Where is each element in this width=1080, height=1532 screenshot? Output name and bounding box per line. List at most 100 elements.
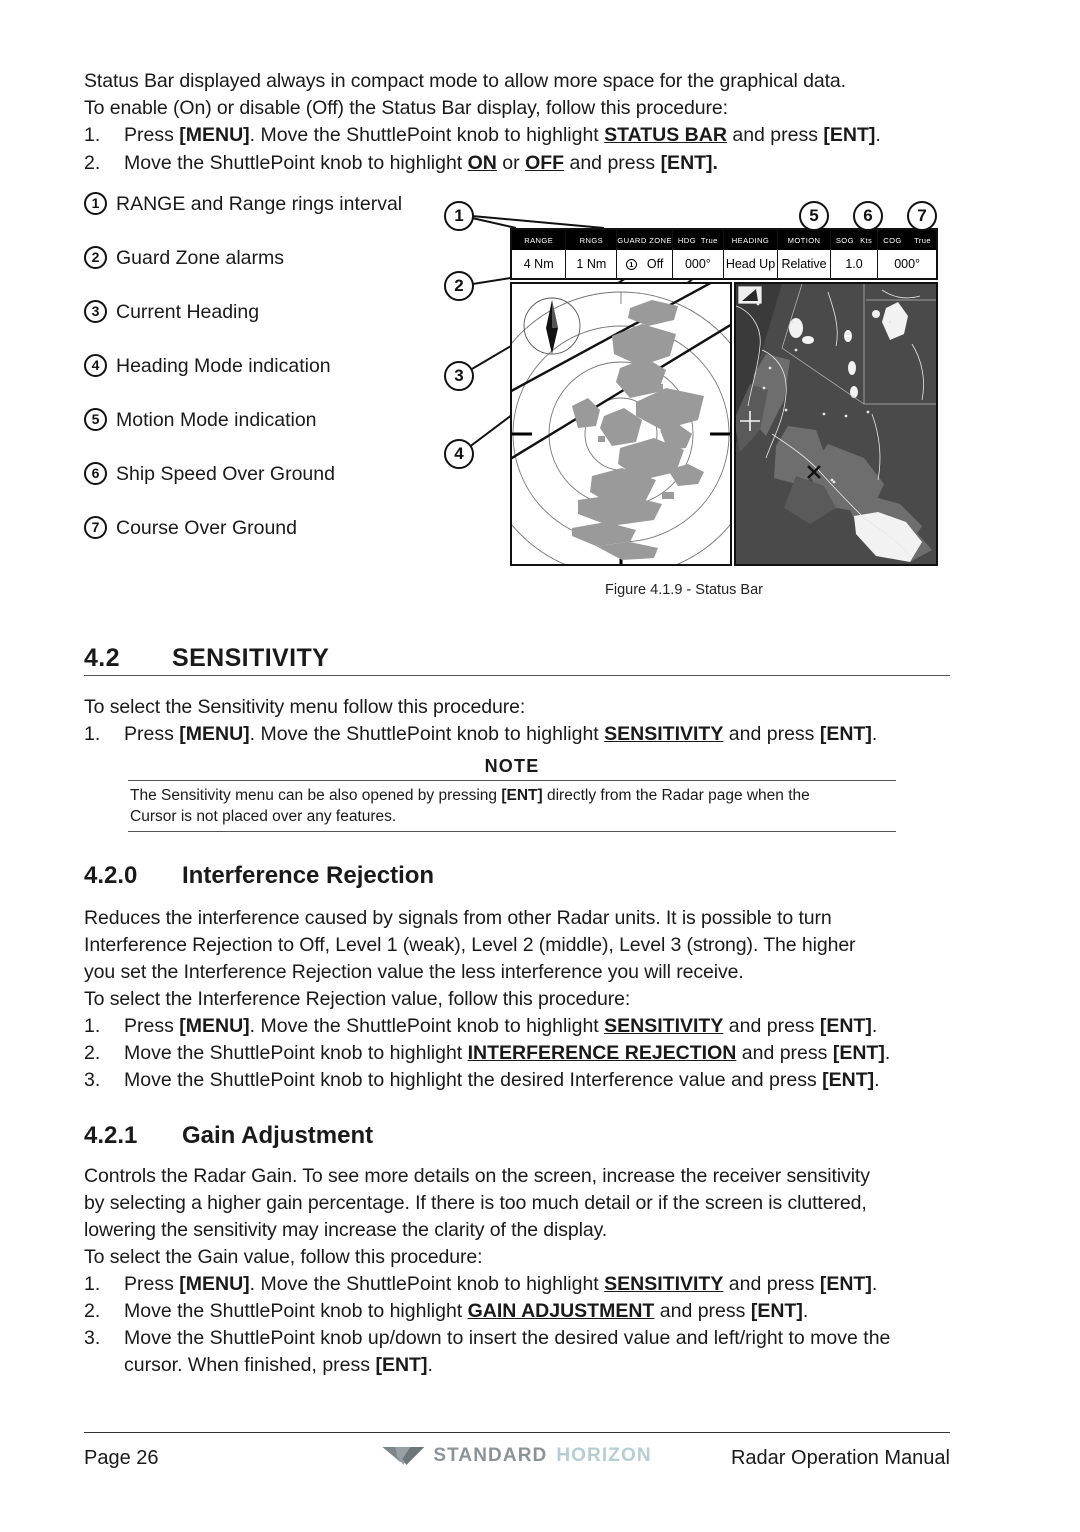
status-head-range: RANGE bbox=[512, 230, 566, 250]
status-col-rngs[interactable]: RNGS 1 Nm bbox=[566, 230, 618, 278]
legend-label-6: Ship Speed Over Ground bbox=[116, 463, 335, 485]
callout-1: 1 bbox=[444, 201, 474, 231]
standard-horizon-logo: STANDARD HORIZON bbox=[382, 1445, 651, 1467]
callout-2: 2 bbox=[444, 271, 474, 301]
legend-label-5: Motion Mode indication bbox=[116, 409, 317, 431]
legend-marker-3: 3 bbox=[84, 300, 107, 323]
gain-body-1: Controls the Radar Gain. To see more det… bbox=[84, 1165, 870, 1187]
callout-7: 7 bbox=[907, 201, 937, 231]
step-text: Press [MENU]. Move the ShuttlePoint knob… bbox=[124, 1015, 878, 1037]
legend-label-7: Course Over Ground bbox=[116, 517, 297, 539]
step-text: Press [MENU]. Move the ShuttlePoint knob… bbox=[124, 723, 878, 745]
footer-rule bbox=[84, 1432, 950, 1433]
page-number: Page 26 bbox=[84, 1447, 159, 1469]
legend-marker-7: 7 bbox=[84, 516, 107, 539]
list-item: 2 Guard Zone alarms bbox=[84, 246, 424, 300]
note-title: NOTE bbox=[484, 756, 540, 776]
status-head-hdg: HDG True bbox=[672, 230, 723, 250]
legend-marker-6: 6 bbox=[84, 462, 107, 485]
gain-body-2: by selecting a higher gain percentage. I… bbox=[84, 1192, 867, 1214]
radar-status-bar: RANGE 4 Nm RNGS 1 Nm GUARD ZONE 1 Off HDG… bbox=[510, 228, 938, 280]
coastal-chart-graphic bbox=[736, 284, 936, 564]
status-value-sog: 1.0 bbox=[830, 250, 878, 278]
manual-title: Radar Operation Manual bbox=[730, 1447, 950, 1469]
legend-marker-5: 5 bbox=[84, 408, 107, 431]
gain-body-3: lowering the sensitivity may increase th… bbox=[84, 1219, 608, 1241]
page-footer: Page 26 STANDARD HORIZON Radar Operation… bbox=[84, 1432, 950, 1487]
legend-label-2: Guard Zone alarms bbox=[116, 247, 284, 269]
list-item: 3 Current Heading bbox=[84, 300, 424, 354]
step-number: 1. bbox=[84, 1015, 101, 1037]
gain-body-4: To select the Gain value, follow this pr… bbox=[84, 1246, 483, 1268]
logo-word-standard: STANDARD bbox=[433, 1445, 548, 1466]
note-body: The Sensitivity menu can be also opened … bbox=[130, 787, 810, 825]
status-head-heading: HEADING bbox=[723, 230, 778, 250]
figure-legend-list: 1 RANGE and Range rings interval 2 Guard… bbox=[84, 192, 424, 570]
status-head-motion: MOTION bbox=[778, 230, 830, 250]
legend-label-1: RANGE and Range rings interval bbox=[116, 193, 403, 215]
step-text: cursor. When finished, press [ENT]. bbox=[124, 1354, 433, 1376]
heading-title: SENSITIVITY bbox=[172, 644, 330, 672]
status-head-sog: SOG Kts bbox=[830, 230, 878, 250]
callout-3: 3 bbox=[444, 361, 474, 391]
heading-number: 4.2.0 bbox=[84, 862, 138, 889]
status-value-range: 4 Nm bbox=[512, 250, 566, 278]
document-page: Status Bar displayed always in compact m… bbox=[0, 0, 1080, 1532]
callout-4: 4 bbox=[444, 439, 474, 469]
legend-label-3: Current Heading bbox=[116, 301, 260, 323]
heading-4-2-0: 4.2.0 Interference Rejection bbox=[84, 862, 434, 890]
callout-5: 5 bbox=[799, 201, 829, 231]
status-col-range[interactable]: RANGE 4 Nm bbox=[512, 230, 567, 278]
status-value-heading: Head Up bbox=[723, 250, 778, 278]
intro-line-2: To enable (On) or disable (Off) the Stat… bbox=[84, 97, 728, 119]
step-text: Move the ShuttlePoint knob to highlight … bbox=[124, 1042, 891, 1064]
legend-marker-2: 2 bbox=[84, 246, 107, 269]
step-number: 3. bbox=[84, 1327, 101, 1349]
chart-map-pane[interactable] bbox=[734, 282, 938, 566]
step-text: Press [MENU]. Move the ShuttlePoint knob… bbox=[124, 1273, 878, 1295]
figure-status-bar: 1 2 3 4 5 6 7 RANGE 4 Nm RNGS 1 Nm GUARD… bbox=[424, 190, 944, 598]
callout-6: 6 bbox=[853, 201, 883, 231]
guard-zone-icon: 1 bbox=[625, 258, 637, 270]
ir-body-1: Reduces the interference caused by signa… bbox=[84, 907, 832, 929]
intro-line-1: Status Bar displayed always in compact m… bbox=[84, 70, 846, 92]
status-value-cog: 000° bbox=[878, 250, 936, 278]
status-value-rngs: 1 Nm bbox=[566, 250, 617, 278]
heading-title: Interference Rejection bbox=[182, 862, 435, 889]
status-col-hdg[interactable]: HDG True 000° bbox=[672, 230, 724, 278]
status-col-heading[interactable]: HEADING Head Up bbox=[723, 230, 779, 278]
legend-marker-4: 4 bbox=[84, 354, 107, 377]
list-item: 5 Motion Mode indication bbox=[84, 408, 424, 462]
step-number: 1. bbox=[84, 124, 101, 146]
status-value-hdg: 000° bbox=[672, 250, 723, 278]
heading-number: 4.2.1 bbox=[84, 1122, 138, 1149]
sensitivity-intro: To select the Sensitivity menu follow th… bbox=[84, 696, 526, 718]
status-col-cog[interactable]: COG True 000° bbox=[878, 230, 936, 278]
step-number: 2. bbox=[84, 152, 101, 174]
step-text: Move the ShuttlePoint knob up/down to in… bbox=[124, 1327, 891, 1349]
status-value-guardzone: 1 Off bbox=[617, 250, 672, 278]
legend-marker-1: 1 bbox=[84, 192, 107, 215]
logo-word-horizon: HORIZON bbox=[556, 1445, 652, 1466]
list-item: 7 Course Over Ground bbox=[84, 516, 424, 570]
step-number: 3. bbox=[84, 1069, 101, 1091]
heading-4-2: 4.2 SENSITIVITY bbox=[84, 644, 950, 676]
status-head-guardzone: GUARD ZONE bbox=[617, 230, 672, 250]
step-number: 2. bbox=[84, 1042, 101, 1064]
status-col-motion[interactable]: MOTION Relative bbox=[778, 230, 831, 278]
list-item: 1 RANGE and Range rings interval bbox=[84, 192, 424, 246]
step-text: Press [MENU]. Move the ShuttlePoint knob… bbox=[124, 124, 881, 146]
status-col-sog[interactable]: SOG Kts 1.0 bbox=[830, 230, 879, 278]
step-text: Move the ShuttlePoint knob to highlight … bbox=[124, 1069, 880, 1091]
list-item: 4 Heading Mode indication bbox=[84, 354, 424, 408]
step-text: Move the ShuttlePoint knob to highlight … bbox=[124, 1300, 809, 1322]
heading-rule bbox=[84, 675, 950, 676]
ir-body-3: you set the Interference Rejection value… bbox=[84, 961, 744, 983]
step-number: 1. bbox=[84, 723, 101, 745]
step-number: 1. bbox=[84, 1273, 101, 1295]
note-rule-bottom bbox=[128, 831, 896, 832]
logo-swoosh-icon bbox=[382, 1445, 425, 1467]
status-col-guardzone[interactable]: GUARD ZONE 1 Off bbox=[617, 230, 673, 278]
radar-display-pane[interactable] bbox=[510, 282, 732, 566]
step-number: 2. bbox=[84, 1300, 101, 1322]
